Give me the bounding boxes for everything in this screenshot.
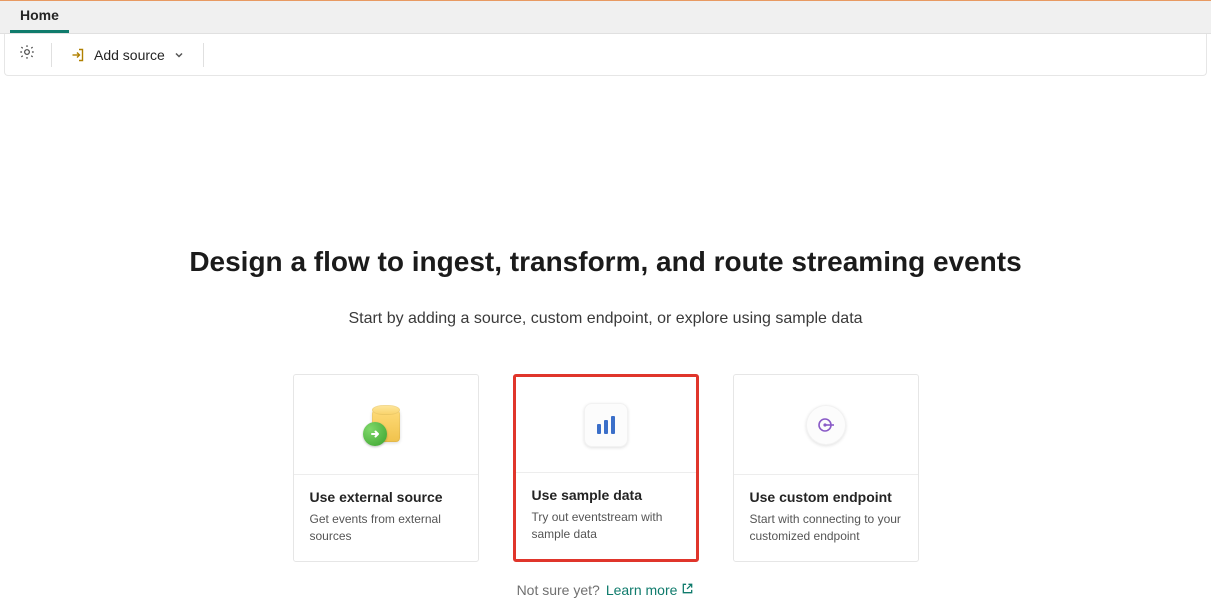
- page-title: Design a flow to ingest, transform, and …: [189, 246, 1021, 278]
- tabs-bar: Home: [0, 1, 1211, 34]
- card-sample-data[interactable]: Use sample data Try out eventstream with…: [513, 374, 699, 562]
- learn-more-label: Learn more: [606, 582, 678, 598]
- learn-more-link[interactable]: Learn more: [606, 582, 695, 598]
- external-link-icon: [681, 582, 694, 598]
- page-subtitle: Start by adding a source, custom endpoin…: [348, 310, 862, 328]
- add-source-button[interactable]: Add source: [62, 43, 193, 67]
- card-custom-endpoint[interactable]: Use custom endpoint Start with connectin…: [733, 374, 919, 562]
- card-icon-area: [294, 375, 478, 475]
- not-sure-text: Not sure yet?: [517, 582, 600, 598]
- card-external-source[interactable]: Use external source Get events from exte…: [293, 374, 479, 562]
- toolbar: Add source: [4, 34, 1207, 76]
- target-icon: [806, 405, 846, 445]
- card-desc: Try out eventstream with sample data: [532, 509, 680, 543]
- card-desc: Start with connecting to your customized…: [750, 511, 902, 545]
- cards-row: Use external source Get events from exte…: [293, 374, 919, 562]
- gear-icon: [18, 43, 36, 66]
- card-icon-area: [734, 375, 918, 475]
- main-content: Design a flow to ingest, transform, and …: [0, 76, 1211, 598]
- card-title: Use sample data: [532, 487, 680, 503]
- database-icon: [361, 400, 411, 450]
- settings-button[interactable]: [13, 41, 41, 69]
- card-title: Use external source: [310, 489, 462, 505]
- card-title: Use custom endpoint: [750, 489, 902, 505]
- chevron-down-icon: [173, 49, 185, 61]
- card-desc: Get events from external sources: [310, 511, 462, 545]
- footer-line: Not sure yet? Learn more: [517, 582, 695, 598]
- add-source-label: Add source: [94, 47, 165, 63]
- card-icon-area: [516, 377, 696, 473]
- tab-home[interactable]: Home: [10, 0, 69, 33]
- import-arrow-icon: [70, 47, 86, 63]
- bar-chart-icon: [584, 403, 628, 447]
